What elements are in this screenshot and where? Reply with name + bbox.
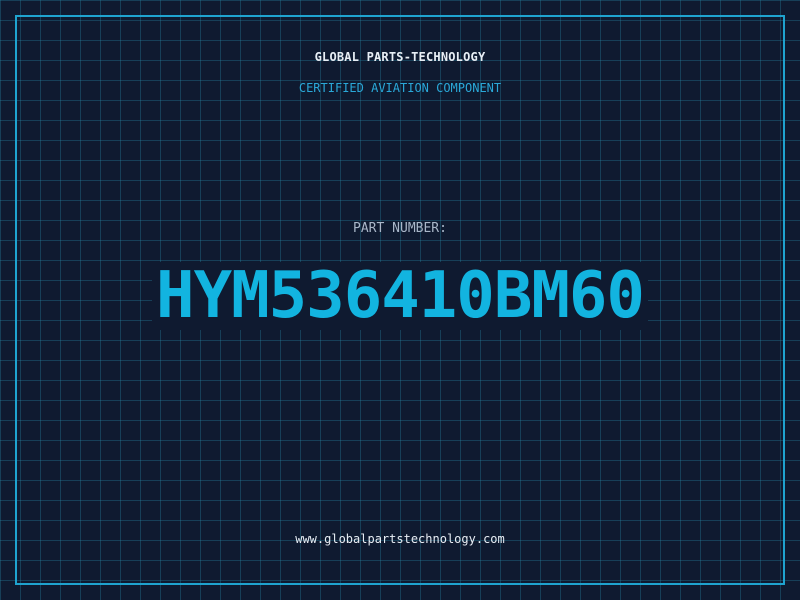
part-number-value: HYM536410BM60 bbox=[152, 262, 648, 330]
certification-tagline: CERTIFIED AVIATION COMPONENT bbox=[298, 81, 502, 95]
website-url: www.globalpartstechnology.com bbox=[295, 532, 505, 546]
label-canvas: GLOBAL PARTS-TECHNOLOGY CERTIFIED AVIATI… bbox=[0, 0, 800, 600]
company-name: GLOBAL PARTS-TECHNOLOGY bbox=[314, 50, 486, 64]
part-number-label: PART NUMBER: bbox=[353, 221, 447, 236]
part-number-container: HYM536410BM60 bbox=[0, 262, 800, 330]
